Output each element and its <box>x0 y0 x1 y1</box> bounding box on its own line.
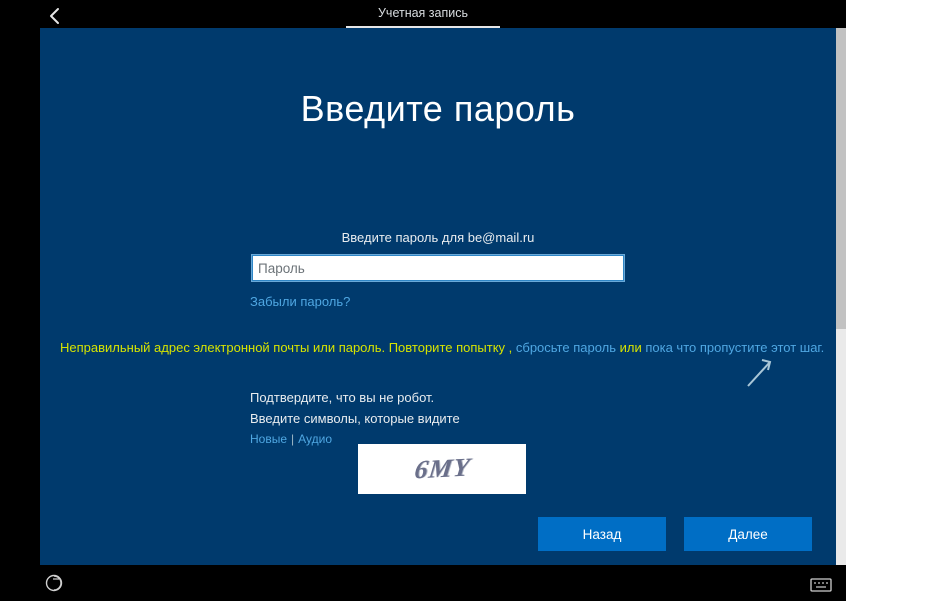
scrollbar[interactable] <box>836 28 846 565</box>
password-instruction: Введите пароль для be@mail.ru <box>40 230 836 245</box>
forgot-password-link[interactable]: Забыли пароль? <box>250 294 350 309</box>
page-title: Введите пароль <box>40 88 836 130</box>
error-text: Неправильный адрес электронной почты или… <box>60 340 505 355</box>
tab-account[interactable]: Учетная запись <box>378 6 468 26</box>
password-input[interactable] <box>251 254 625 282</box>
captcha-confirm-label: Подтвердите, что вы не робот. <box>250 390 796 405</box>
oobe-window: Учетная запись Введите пароль Введите па… <box>0 0 846 601</box>
setup-panel: Введите пароль Введите пароль для be@mai… <box>40 28 836 565</box>
top-bar: Учетная запись <box>0 0 846 28</box>
captcha-enter-label: Введите символы, которые видите <box>250 411 796 426</box>
back-icon[interactable] <box>44 4 68 28</box>
error-message: Неправильный адрес электронной почты или… <box>60 340 824 355</box>
reset-password-link[interactable]: сбросьте пароль <box>516 340 616 355</box>
annotation-arrow-icon <box>740 354 780 394</box>
captcha-text: 6MY <box>412 453 471 486</box>
captcha-image: 6MY <box>358 444 526 494</box>
skip-step-link[interactable]: пока что пропустите этот шаг. <box>645 340 824 355</box>
error-sep2: или <box>616 340 645 355</box>
scrollbar-thumb[interactable] <box>836 28 846 329</box>
captcha-section: Подтвердите, что вы не робот. Введите си… <box>250 390 796 446</box>
bottom-bar <box>0 565 846 601</box>
error-sep: , <box>505 340 516 355</box>
back-button[interactable]: Назад <box>538 517 666 551</box>
captcha-new-link[interactable]: Новые <box>250 432 287 446</box>
next-button[interactable]: Далее <box>684 517 812 551</box>
keyboard-icon[interactable] <box>810 577 832 593</box>
captcha-audio-link[interactable]: Аудио <box>298 432 332 446</box>
ease-of-access-icon[interactable] <box>44 573 64 593</box>
captcha-link-sep: | <box>291 432 294 446</box>
